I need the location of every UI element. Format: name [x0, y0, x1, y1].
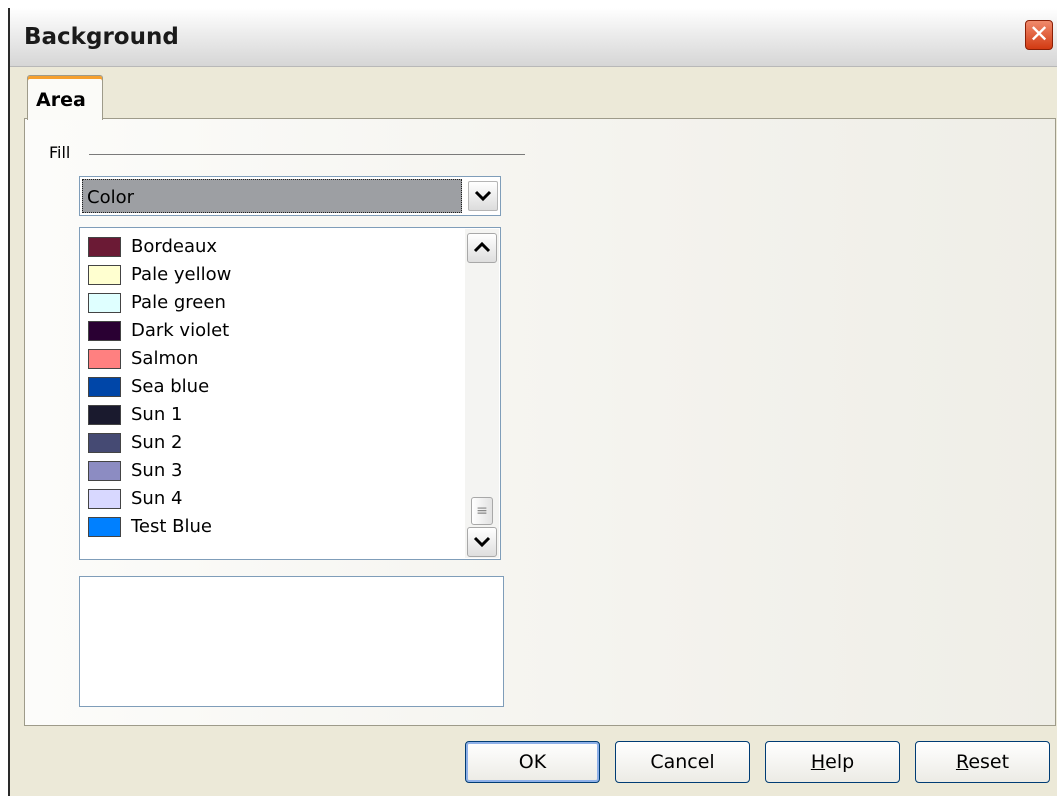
chevron-up-icon: [473, 241, 491, 253]
color-name: Sun 3: [131, 460, 183, 481]
color-swatch: [88, 237, 121, 257]
tab-area[interactable]: Area: [27, 75, 103, 120]
fill-separator: [89, 154, 525, 155]
grip-icon: ≡: [476, 503, 488, 519]
help-mnemonic: H: [810, 751, 826, 773]
area-panel: Fill Color Bordeaux Pale yellow Pale gre…: [24, 118, 1056, 726]
close-icon: ✕: [1028, 20, 1050, 48]
color-swatch: [88, 377, 121, 397]
color-list[interactable]: Bordeaux Pale yellow Pale green Dark vio…: [79, 227, 501, 560]
color-name: Bordeaux: [131, 236, 218, 257]
scroll-up-button[interactable]: [467, 233, 497, 263]
color-swatch: [88, 321, 121, 341]
color-name: Dark violet: [131, 320, 230, 341]
color-name: Pale yellow: [131, 264, 232, 285]
help-button[interactable]: Help: [765, 741, 900, 783]
tab-area-label: Area: [36, 89, 86, 111]
color-swatch: [88, 517, 121, 537]
color-name: Test Blue: [131, 516, 212, 537]
color-name: Sun 4: [131, 488, 183, 509]
color-name: Salmon: [131, 348, 199, 369]
color-swatch: [88, 433, 121, 453]
cancel-button[interactable]: Cancel: [615, 741, 750, 783]
chevron-down-icon: [474, 190, 492, 202]
reset-label: eset: [968, 751, 1010, 773]
help-label: elp: [825, 751, 855, 773]
reset-mnemonic: R: [955, 751, 969, 773]
color-name: Sun 2: [131, 432, 183, 453]
chevron-down-icon: [473, 536, 491, 548]
scroll-down-button[interactable]: [467, 527, 497, 557]
vertical-scrollbar[interactable]: ≡: [465, 229, 499, 558]
fill-type-dropdown[interactable]: Color: [79, 176, 501, 216]
background-dialog: Background ✕ Area Fill Color Bordeaux Pa…: [8, 8, 1057, 796]
color-swatch: [88, 489, 121, 509]
color-name: Sea blue: [131, 376, 210, 397]
fill-section-label: Fill: [49, 143, 71, 162]
dropdown-button[interactable]: [468, 181, 498, 211]
color-swatch: [88, 349, 121, 369]
color-swatch: [88, 293, 121, 313]
reset-button[interactable]: Reset: [915, 741, 1050, 783]
color-name: Pale green: [131, 292, 226, 313]
scroll-thumb[interactable]: ≡: [471, 497, 493, 525]
color-swatch: [88, 405, 121, 425]
dialog-title: Background: [24, 24, 179, 50]
fill-type-value: Color: [82, 179, 462, 213]
close-button[interactable]: ✕: [1025, 20, 1053, 50]
title-bar[interactable]: Background ✕: [10, 8, 1057, 67]
color-swatch: [88, 265, 121, 285]
color-swatch: [88, 461, 121, 481]
fill-preview: [79, 576, 504, 707]
ok-button[interactable]: OK: [465, 741, 600, 783]
color-name: Sun 1: [131, 404, 183, 425]
